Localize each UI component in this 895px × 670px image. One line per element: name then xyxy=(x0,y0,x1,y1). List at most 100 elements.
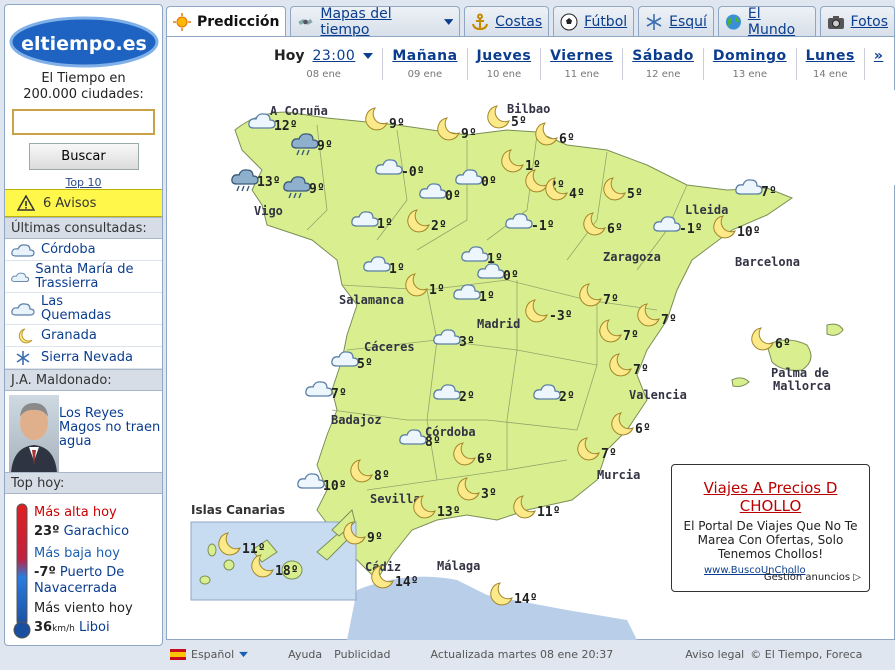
recent-item[interactable]: Las Quemadas xyxy=(5,293,162,325)
temperature-label: 13º xyxy=(257,175,280,190)
city-label: Vigo xyxy=(254,204,283,218)
main-tabs: Predicción Mapas del tiempo Costas Fútbo… xyxy=(166,6,895,38)
logo-text: eltiempo.es xyxy=(21,33,147,55)
tab-futbol[interactable]: Fútbol xyxy=(553,6,635,36)
help-link[interactable]: Ayuda xyxy=(288,648,322,661)
sun-icon xyxy=(173,13,191,31)
spain-flag-icon xyxy=(170,648,186,660)
temperature-label: 9º xyxy=(389,117,405,132)
moon-icon xyxy=(18,328,33,343)
recent-link[interactable]: Córdoba xyxy=(41,242,96,257)
recent-item[interactable]: Granada xyxy=(5,325,162,347)
temperature-label: 9º xyxy=(309,182,325,197)
day-sabado[interactable]: Sábado 12 ene xyxy=(622,48,703,80)
time-selector[interactable]: 23:00 xyxy=(312,48,355,64)
legal-link[interactable]: Aviso legal xyxy=(685,648,744,661)
temperature-label: 9º xyxy=(461,127,477,142)
temperature-label: 11º xyxy=(537,505,560,520)
ibiza xyxy=(731,377,750,387)
recent-item[interactable]: Sierra Nevada xyxy=(5,347,162,369)
temperature-label: 7º xyxy=(331,387,347,402)
recent-item[interactable]: Córdoba xyxy=(5,239,162,261)
ad-box[interactable]: Viajes A Precios D CHOLLO El Portal De V… xyxy=(671,464,870,592)
canarias-box[interactable] xyxy=(190,521,357,601)
day-domingo[interactable]: Domingo 13 ene xyxy=(702,48,796,80)
temperature-label: 1º xyxy=(487,252,503,267)
temperature-label: 10º xyxy=(323,479,346,494)
temperature-label: -0º xyxy=(401,165,424,180)
temperature-label: 4º xyxy=(569,187,585,202)
anchor-icon xyxy=(472,13,489,30)
temperature-label: 14º xyxy=(514,592,537,607)
city-label: Málaga xyxy=(437,559,480,573)
temperature-label: 12º xyxy=(274,119,297,134)
tab-esqui[interactable]: Esquí xyxy=(638,6,714,36)
eltiempo-logo[interactable]: eltiempo.es xyxy=(9,15,159,69)
moon-icon xyxy=(365,107,388,131)
search-input[interactable] xyxy=(12,109,155,135)
ad-title[interactable]: Viajes A Precios D CHOLLO xyxy=(678,479,863,515)
temperature-label: 6º xyxy=(559,132,575,147)
language-selector[interactable]: Español xyxy=(170,648,249,661)
tab-prediccion[interactable]: Predicción xyxy=(166,6,287,37)
intro-text: El Tiempo en 200.000 ciudades: xyxy=(23,71,144,102)
recent-link[interactable]: Santa María de Trassierra xyxy=(35,262,162,291)
temperature-label: 8º xyxy=(425,435,441,450)
tab-el-mundo[interactable]: El Mundo xyxy=(717,6,816,38)
temperature-label: 6º xyxy=(477,452,493,467)
chevron-down-icon xyxy=(443,18,454,25)
moon-icon xyxy=(535,122,558,146)
cloud-icon xyxy=(735,179,763,195)
camera-icon xyxy=(827,15,844,29)
temperature-label: 1º xyxy=(479,290,495,305)
wind-place[interactable]: Liboi xyxy=(79,620,110,635)
moon-icon xyxy=(490,582,513,606)
cloud-icon xyxy=(305,381,333,397)
football-icon xyxy=(560,13,578,30)
tab-fotos[interactable]: Fotos xyxy=(819,6,895,36)
temperature-label: 1º xyxy=(429,283,445,298)
temperature-label: 2º xyxy=(459,390,475,405)
updated-text: Actualizada martes 08 ene 20:37 xyxy=(430,647,614,661)
column-link[interactable]: Los Reyes Magos no traen agua xyxy=(59,407,162,449)
canarias-label: Islas Canarias xyxy=(191,503,285,517)
chevron-down-icon xyxy=(239,651,249,657)
ads-link[interactable]: Publicidad xyxy=(334,648,390,661)
recent-link[interactable]: Granada xyxy=(41,328,97,343)
day-jueves[interactable]: Jueves 10 ene xyxy=(466,48,541,80)
temperature-label: 11º xyxy=(242,542,265,557)
city-label: Murcia xyxy=(597,468,640,482)
ad-settings[interactable]: Gestión anuncios ▷ xyxy=(764,572,861,583)
recent-link[interactable]: Sierra Nevada xyxy=(41,350,133,365)
author-photo[interactable] xyxy=(9,395,59,473)
sidebar: eltiempo.es El Tiempo en 200.000 ciudade… xyxy=(4,4,163,646)
next-days-button[interactable]: » xyxy=(863,48,893,80)
recent-link[interactable]: Las Quemadas xyxy=(41,294,111,323)
tab-mapas[interactable]: Mapas del tiempo xyxy=(290,6,461,38)
column-header: J.A. Maldonado: xyxy=(5,369,162,391)
menorca xyxy=(826,323,844,336)
temperature-label: 7º xyxy=(603,293,619,308)
chevron-down-icon[interactable] xyxy=(363,52,374,60)
day-viernes[interactable]: Viernes 11 ene xyxy=(540,48,622,80)
alerts-link[interactable]: 6 Avisos xyxy=(43,196,96,211)
temperature-label: 7º xyxy=(633,363,649,378)
top10-link[interactable]: Top 10 xyxy=(5,176,162,189)
footer: Español Ayuda Publicidad Actualizada mar… xyxy=(166,640,895,668)
max-temp-place[interactable]: Garachico xyxy=(64,524,129,539)
africa-coast xyxy=(347,576,637,640)
day-hoy[interactable]: Hoy 23:00 08 ene xyxy=(265,48,382,80)
city-label: Bilbao xyxy=(507,102,550,116)
day-manana[interactable]: Mañana 09 ene xyxy=(382,48,466,80)
ad-choices-icon[interactable]: ▷ xyxy=(853,572,861,583)
day-lunes[interactable]: Lunes 14 ene xyxy=(795,48,864,80)
tab-costas[interactable]: Costas xyxy=(464,6,550,36)
temperature-label: 14º xyxy=(395,575,418,590)
wind-label: Más viento hoy xyxy=(34,601,133,616)
temperature-label: 3º xyxy=(481,487,497,502)
recent-item[interactable]: Santa María de Trassierra xyxy=(5,261,162,293)
moon-icon xyxy=(437,117,460,141)
search-button[interactable]: Buscar xyxy=(28,143,139,170)
alerts-banner[interactable]: 6 Avisos xyxy=(5,189,162,217)
temperature-label: 7º xyxy=(623,329,639,344)
